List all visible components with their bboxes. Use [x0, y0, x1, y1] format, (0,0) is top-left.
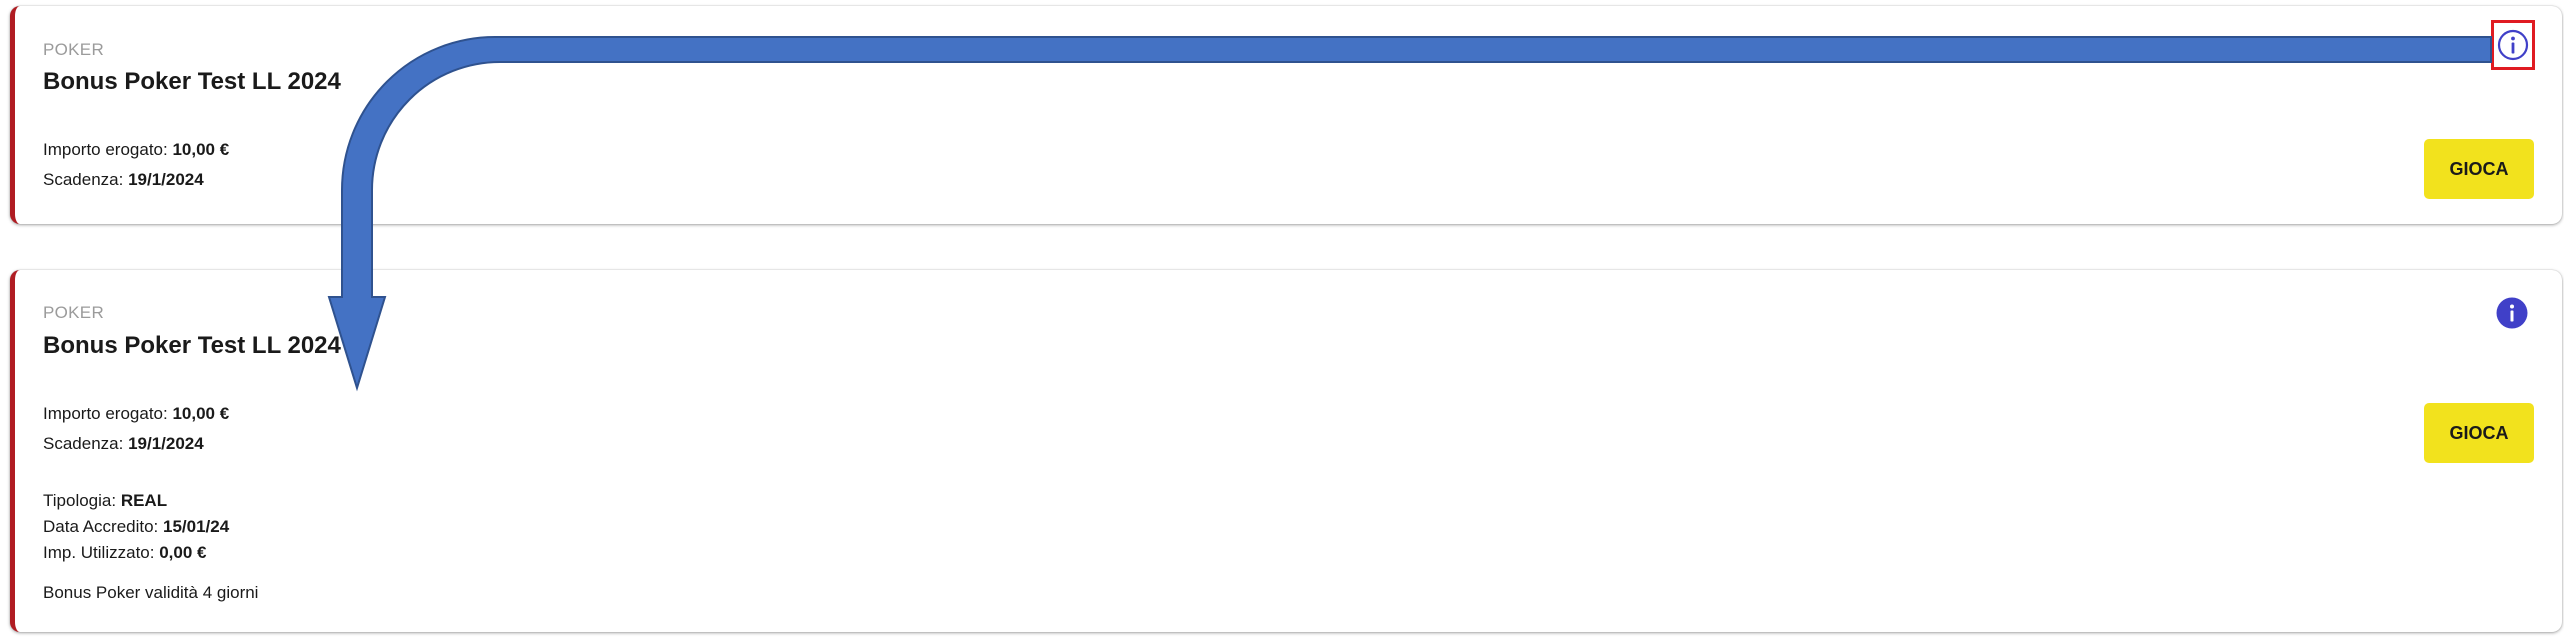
play-button[interactable]: GIOCA	[2424, 403, 2534, 463]
info-filled-icon[interactable]	[2495, 296, 2529, 330]
expiry-value: 19/1/2024	[128, 434, 204, 453]
type-label: Tipologia:	[43, 491, 121, 510]
bonus-list: POKER Bonus Poker Test LL 2024 Importo e…	[0, 0, 2564, 641]
highlight-box	[2491, 20, 2535, 70]
credit-date-value: 15/01/24	[163, 517, 230, 536]
credit-date-row: Data Accredito: 15/01/24	[43, 517, 229, 537]
expiry-label: Scadenza:	[43, 434, 129, 453]
type-value: REAL	[120, 491, 168, 510]
amount-label: Importo erogato:	[43, 404, 173, 423]
amount-row: Importo erogato: 10,00 €	[43, 140, 229, 160]
type-row: Tipologia: REAL	[43, 491, 167, 511]
used-amount-row: Imp. Utilizzato: 0,00 €	[43, 543, 206, 563]
bonus-title: Bonus Poker Test LL 2024	[43, 332, 341, 359]
bonus-card-expanded: POKER Bonus Poker Test LL 2024 Importo e…	[10, 270, 2562, 632]
amount-value: 10,00 €	[172, 404, 230, 423]
expiry-row: Scadenza: 19/1/2024	[43, 170, 204, 190]
amount-label: Importo erogato:	[43, 140, 173, 159]
used-amount-label: Imp. Utilizzato:	[43, 543, 160, 562]
amount-value: 10,00 €	[172, 140, 230, 159]
expiry-label: Scadenza:	[43, 170, 129, 189]
bonus-title: Bonus Poker Test LL 2024	[43, 68, 341, 95]
bonus-note: Bonus Poker validità 4 giorni	[43, 583, 259, 602]
bonus-card: POKER Bonus Poker Test LL 2024 Importo e…	[10, 6, 2562, 224]
expiry-row: Scadenza: 19/1/2024	[43, 434, 204, 454]
expiry-value: 19/1/2024	[128, 170, 204, 189]
bonus-category: POKER	[43, 40, 105, 59]
used-amount-value: 0,00 €	[159, 543, 207, 562]
amount-row: Importo erogato: 10,00 €	[43, 404, 229, 424]
bonus-category: POKER	[43, 303, 105, 322]
play-button[interactable]: GIOCA	[2424, 139, 2534, 199]
credit-date-label: Data Accredito:	[43, 517, 164, 536]
